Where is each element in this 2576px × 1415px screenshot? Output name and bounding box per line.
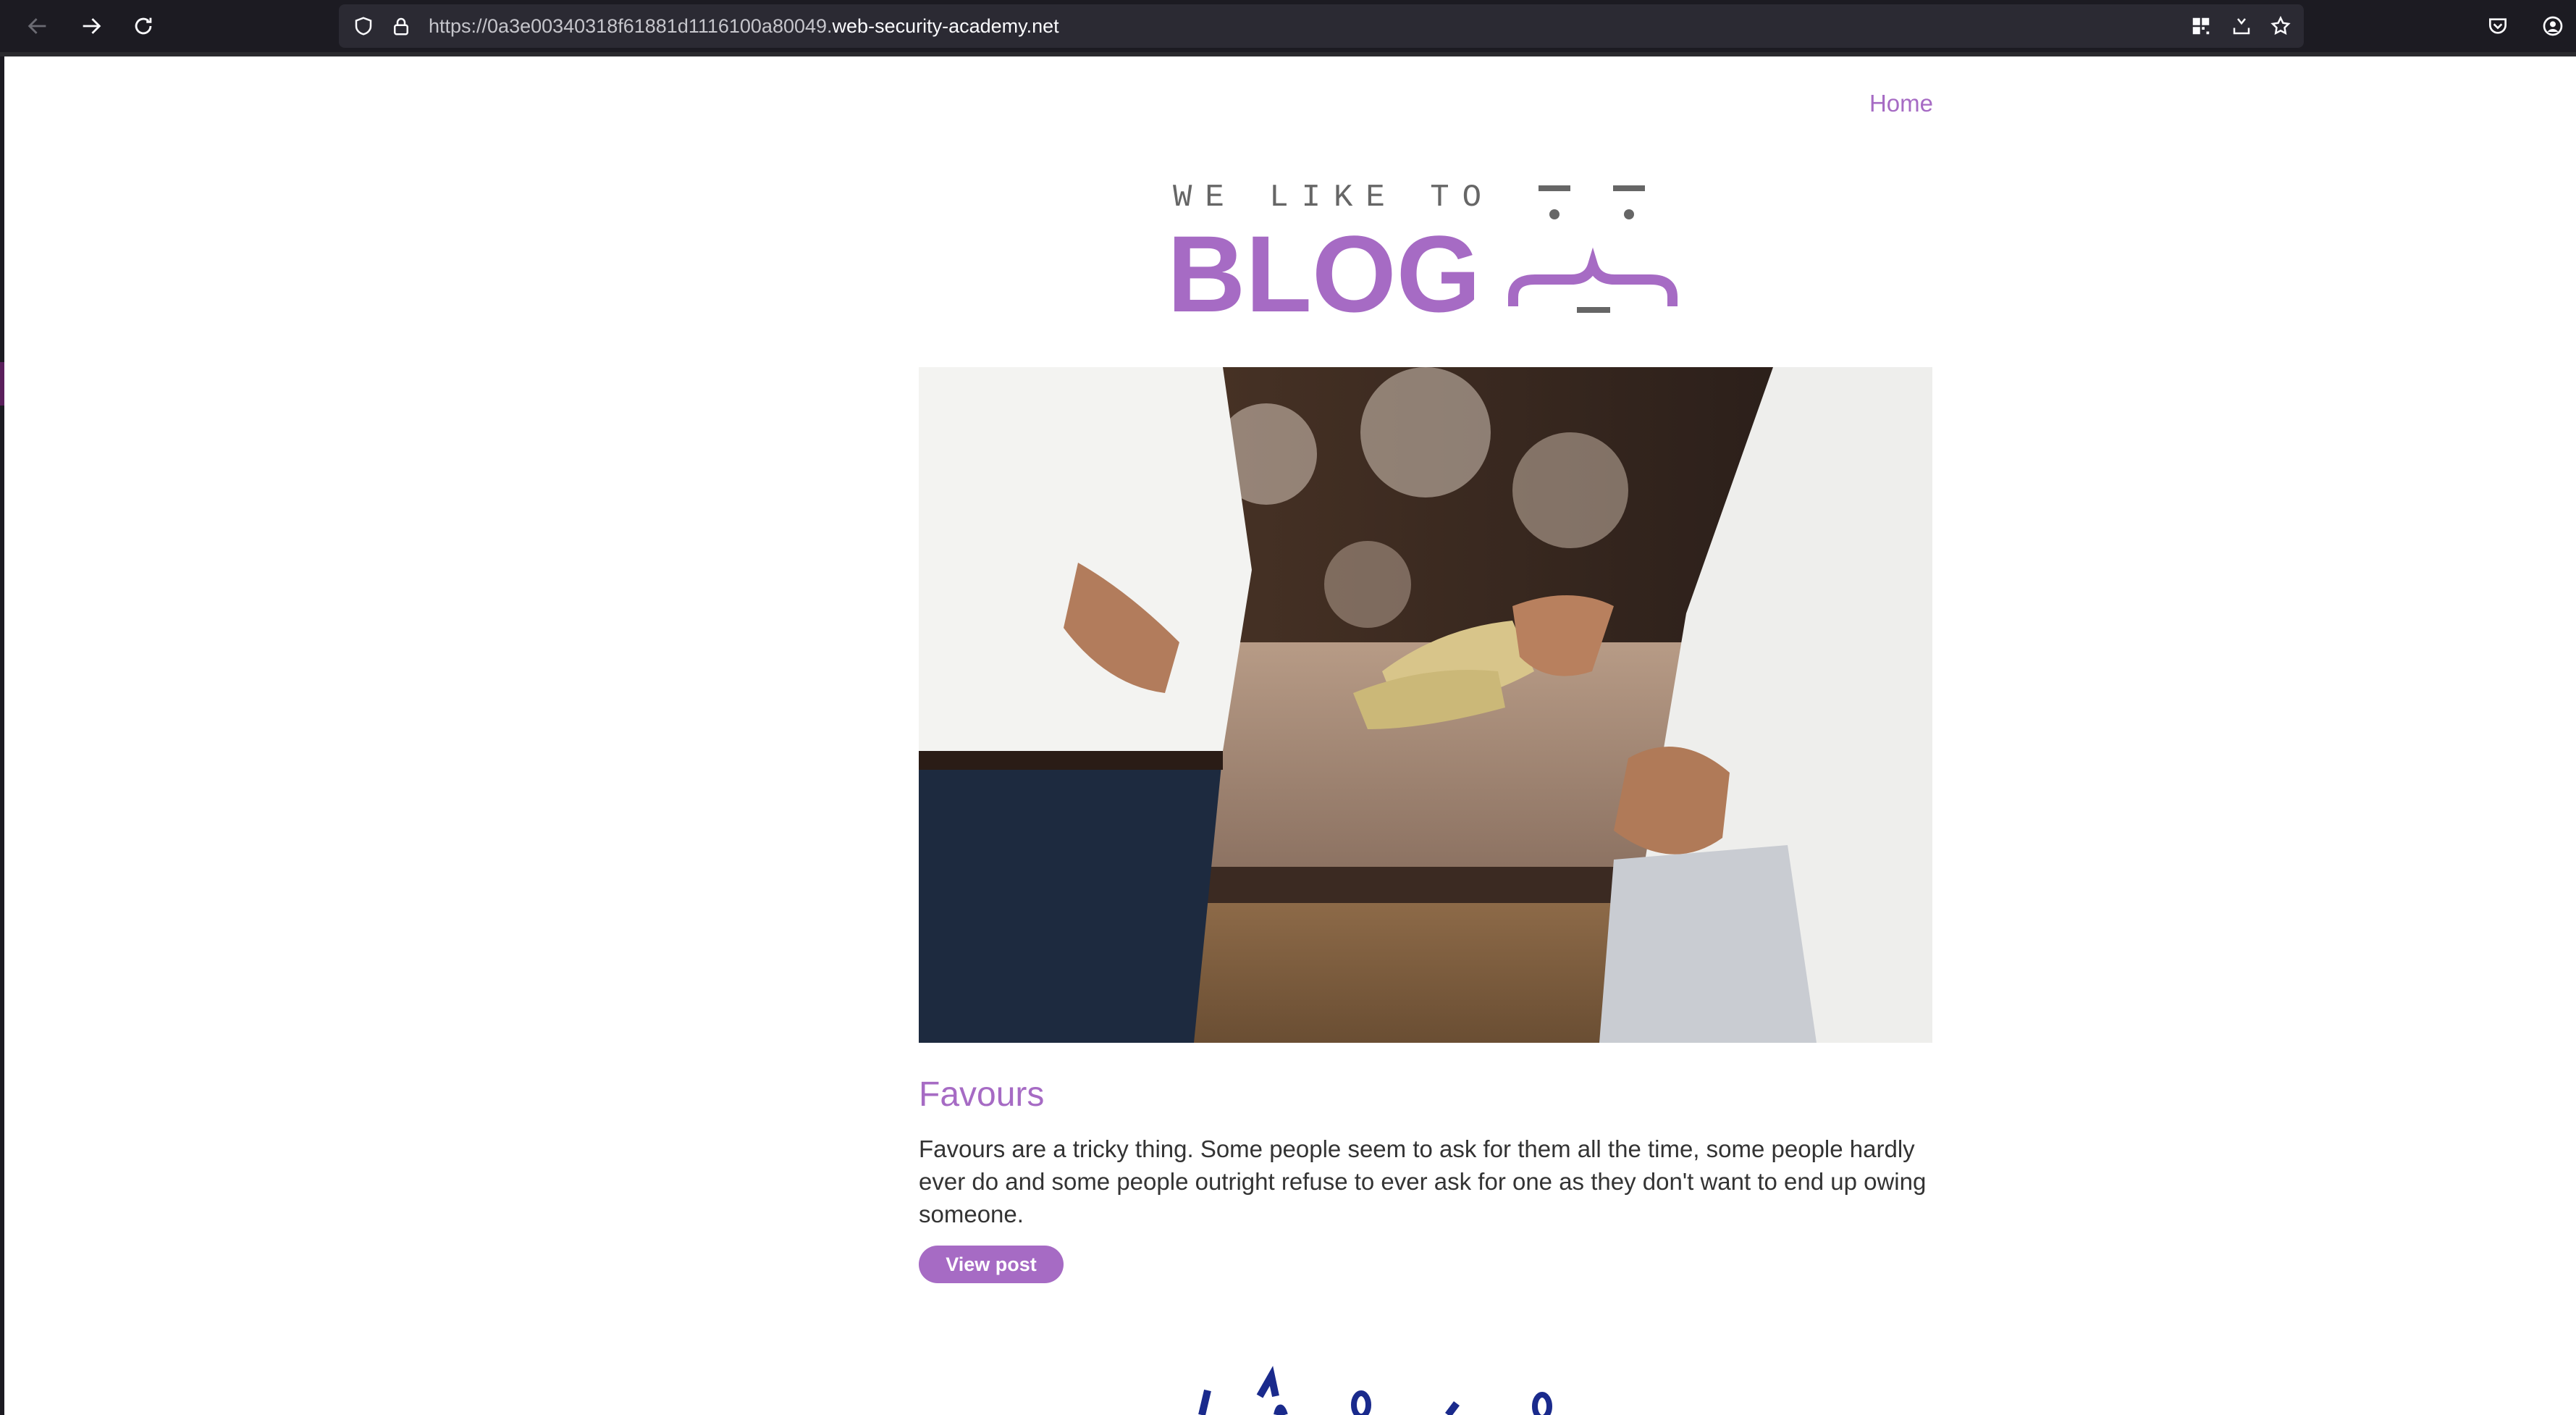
shield-icon[interactable]: [348, 10, 379, 42]
save-page-icon[interactable]: [2226, 10, 2257, 42]
lock-icon[interactable]: [385, 10, 417, 42]
window-edge-accent: [0, 362, 4, 406]
account-icon[interactable]: [2537, 10, 2569, 42]
forward-icon[interactable]: [75, 10, 107, 42]
reload-icon[interactable]: [127, 10, 159, 42]
post-summary: Favours are a tricky thing. Some people …: [919, 1135, 1927, 1227]
toolbar-divider: [0, 52, 2576, 56]
logo-face-icon: [1508, 185, 1678, 313]
pocket-icon[interactable]: [2482, 10, 2514, 42]
browser-toolbar: https://0a3e00340318f61881d1116100a80049…: [0, 0, 2576, 52]
logo-tagline: WE LIKE TO: [1173, 180, 1494, 216]
window-edge: [0, 56, 4, 1415]
next-post-image[interactable]: [1129, 1361, 1578, 1415]
post-title[interactable]: Favours: [919, 1075, 1044, 1114]
address-bar[interactable]: https://0a3e00340318f61881d1116100a80049…: [339, 4, 2304, 48]
qr-code-icon[interactable]: [2185, 10, 2217, 42]
url-prefix: https://0a3e00340318f61881d1116100a80049…: [429, 15, 833, 37]
home-link[interactable]: Home: [1853, 90, 1933, 117]
view-post-button[interactable]: View post: [919, 1246, 1064, 1283]
url-text[interactable]: https://0a3e00340318f61881d1116100a80049…: [429, 4, 1059, 48]
blog-logo: WE LIKE TO BLOG: [1167, 180, 1678, 317]
logo-word: BLOG: [1167, 213, 1481, 317]
url-host: web-security-academy.net: [832, 15, 1059, 37]
bookmark-star-icon[interactable]: [2265, 10, 2297, 42]
back-icon[interactable]: [22, 10, 54, 42]
post-image[interactable]: [919, 367, 1932, 1043]
